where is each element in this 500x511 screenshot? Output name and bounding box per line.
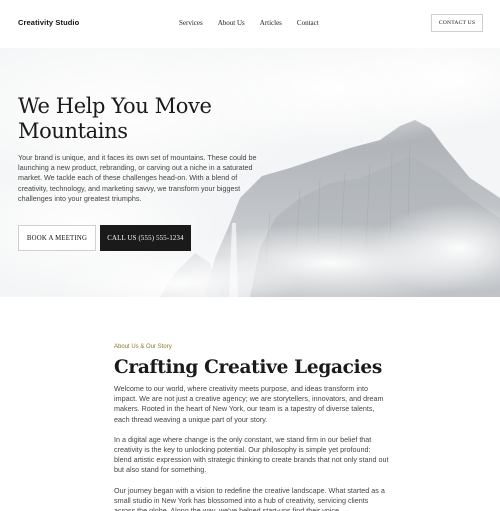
call-us-button[interactable]: CALL US (555) 555-1234 xyxy=(100,225,191,251)
about-title: Crafting Creative Legacies xyxy=(114,357,382,378)
about-paragraph: In a digital age where change is the onl… xyxy=(114,434,389,475)
brand-logo[interactable]: Creativity Studio xyxy=(18,18,79,27)
about-body: Welcome to our world, where creativity m… xyxy=(114,384,389,511)
book-meeting-button[interactable]: BOOK A MEETING xyxy=(18,225,96,251)
about-paragraph: Welcome to our world, where creativity m… xyxy=(114,384,384,424)
about-paragraph: Our journey began with a vision to redef… xyxy=(114,485,385,511)
site-header: Creativity Studio Services About Us Arti… xyxy=(0,0,500,48)
about-eyebrow: About Us & Our Story xyxy=(114,344,172,350)
nav-link-about-us[interactable]: About Us xyxy=(218,19,245,27)
nav-link-contact[interactable]: Contact xyxy=(297,19,319,27)
hero-description: Your brand is unique, and it faces its o… xyxy=(18,153,257,203)
contact-us-button[interactable]: CONTACT US xyxy=(431,14,483,32)
main-nav: Services About Us Articles Contact xyxy=(179,19,319,27)
nav-link-services[interactable]: Services xyxy=(179,19,203,27)
hero-title: We Help You Move Mountains xyxy=(18,94,212,143)
hero-section: We Help You Move Mountains Your brand is… xyxy=(0,48,500,297)
nav-link-articles[interactable]: Articles xyxy=(260,19,282,27)
